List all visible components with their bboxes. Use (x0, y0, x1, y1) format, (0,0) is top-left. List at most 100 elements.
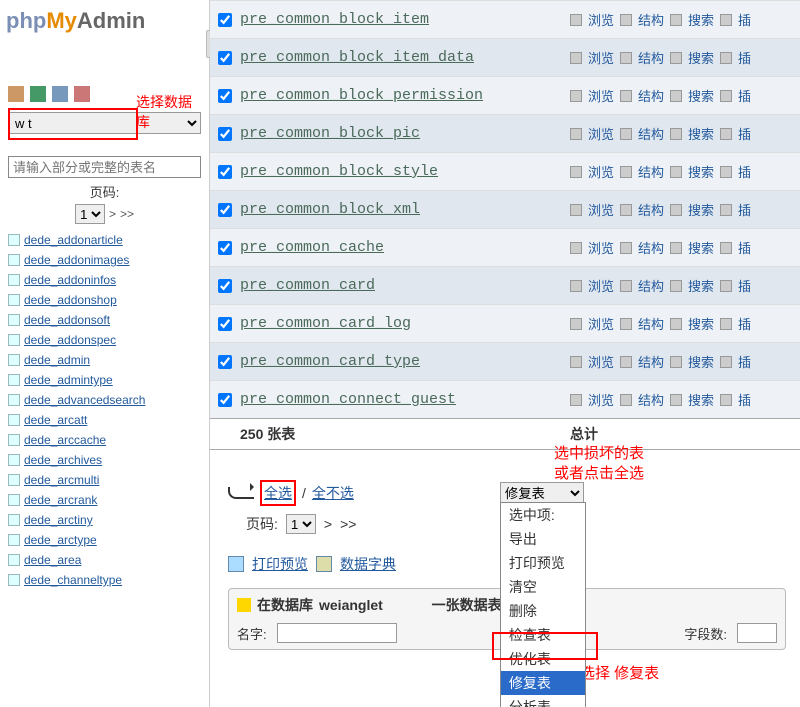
table-name[interactable]: pre_common_card (240, 277, 570, 294)
table-link[interactable]: dede_addonshop (0, 290, 209, 310)
dropdown-option[interactable]: 删除 (501, 599, 585, 623)
browse-link[interactable]: 浏览 (588, 162, 614, 181)
browse-link[interactable]: 浏览 (588, 314, 614, 333)
table-name[interactable]: pre_common_cache (240, 239, 570, 256)
browse-link[interactable]: 浏览 (588, 48, 614, 67)
insert-link[interactable]: 插 (738, 390, 751, 409)
table-link[interactable]: dede_arctiny (0, 510, 209, 530)
search-link[interactable]: 搜索 (688, 48, 714, 67)
insert-link[interactable]: 插 (738, 86, 751, 105)
table-link[interactable]: dede_addoninfos (0, 270, 209, 290)
insert-link[interactable]: 插 (738, 200, 751, 219)
insert-link[interactable]: 插 (738, 314, 751, 333)
dropdown-option[interactable]: 检查表 (501, 623, 585, 647)
row-checkbox[interactable] (218, 393, 232, 407)
table-link[interactable]: dede_advancedsearch (0, 390, 209, 410)
dropdown-option[interactable]: 分析表 (501, 695, 585, 707)
table-name[interactable]: pre_common_block_xml (240, 201, 570, 218)
table-name[interactable]: pre_common_block_pic (240, 125, 570, 142)
table-name[interactable]: pre_common_connect_guest (240, 391, 570, 408)
structure-link[interactable]: 结构 (638, 238, 664, 257)
row-checkbox[interactable] (218, 89, 232, 103)
table-link[interactable]: dede_addonsoft (0, 310, 209, 330)
row-checkbox[interactable] (218, 51, 232, 65)
search-link[interactable]: 搜索 (688, 200, 714, 219)
row-checkbox[interactable] (218, 279, 232, 293)
search-link[interactable]: 搜索 (688, 162, 714, 181)
insert-link[interactable]: 插 (738, 238, 751, 257)
home-icon[interactable] (8, 86, 24, 102)
table-link[interactable]: dede_arcrank (0, 490, 209, 510)
browse-link[interactable]: 浏览 (588, 238, 614, 257)
structure-link[interactable]: 结构 (638, 86, 664, 105)
row-checkbox[interactable] (218, 203, 232, 217)
dropdown-option[interactable]: 清空 (501, 575, 585, 599)
insert-link[interactable]: 插 (738, 162, 751, 181)
table-name[interactable]: pre_common_block_permission (240, 87, 570, 104)
row-checkbox[interactable] (218, 317, 232, 331)
table-link[interactable]: dede_channeltype (0, 570, 209, 590)
row-checkbox[interactable] (218, 241, 232, 255)
select-all-link[interactable]: 全选 (260, 480, 296, 506)
browse-link[interactable]: 浏览 (588, 390, 614, 409)
search-link[interactable]: 搜索 (688, 352, 714, 371)
row-checkbox[interactable] (218, 355, 232, 369)
table-link[interactable]: dede_area (0, 550, 209, 570)
table-link[interactable]: dede_admin (0, 350, 209, 370)
search-link[interactable]: 搜索 (688, 276, 714, 295)
structure-link[interactable]: 结构 (638, 124, 664, 143)
dropdown-option[interactable]: 选中项: (501, 503, 585, 527)
browse-link[interactable]: 浏览 (588, 124, 614, 143)
table-link[interactable]: dede_arcmulti (0, 470, 209, 490)
structure-link[interactable]: 结构 (638, 390, 664, 409)
insert-link[interactable]: 插 (738, 48, 751, 67)
search-link[interactable]: 搜索 (688, 390, 714, 409)
structure-link[interactable]: 结构 (638, 10, 664, 29)
sql-icon[interactable] (52, 86, 68, 102)
structure-link[interactable]: 结构 (638, 48, 664, 67)
last-page[interactable]: >> (120, 207, 134, 221)
insert-link[interactable]: 插 (738, 352, 751, 371)
table-link[interactable]: dede_arcatt (0, 410, 209, 430)
structure-link[interactable]: 结构 (638, 162, 664, 181)
row-checkbox[interactable] (218, 13, 232, 27)
browse-link[interactable]: 浏览 (588, 10, 614, 29)
insert-link[interactable]: 插 (738, 10, 751, 29)
search-link[interactable]: 搜索 (688, 86, 714, 105)
table-link[interactable]: dede_admintype (0, 370, 209, 390)
row-checkbox[interactable] (218, 127, 232, 141)
table-link[interactable]: dede_addonspec (0, 330, 209, 350)
next-page-2[interactable]: > (324, 516, 332, 532)
dropdown-option[interactable]: 打印预览 (501, 551, 585, 575)
help-icon[interactable] (74, 86, 90, 102)
table-link[interactable]: dede_archives (0, 450, 209, 470)
table-name[interactable]: pre_common_card_type (240, 353, 570, 370)
with-selected-dropdown[interactable]: 修复表 (500, 482, 584, 504)
page-select[interactable]: 1 (75, 204, 105, 224)
structure-link[interactable]: 结构 (638, 314, 664, 333)
table-link[interactable]: dede_arctype (0, 530, 209, 550)
search-link[interactable]: 搜索 (688, 10, 714, 29)
next-page[interactable]: > (109, 207, 116, 221)
search-link[interactable]: 搜索 (688, 124, 714, 143)
table-name[interactable]: pre_common_block_item_data (240, 49, 570, 66)
structure-link[interactable]: 结构 (638, 200, 664, 219)
insert-link[interactable]: 插 (738, 276, 751, 295)
structure-link[interactable]: 结构 (638, 276, 664, 295)
table-link[interactable]: dede_arccache (0, 430, 209, 450)
structure-link[interactable]: 结构 (638, 352, 664, 371)
dropdown-option[interactable]: 导出 (501, 527, 585, 551)
table-name[interactable]: pre_common_card_log (240, 315, 570, 332)
last-page-2[interactable]: >> (340, 516, 356, 532)
dropdown-option[interactable]: 优化表 (501, 647, 585, 671)
browse-link[interactable]: 浏览 (588, 352, 614, 371)
column-count-input[interactable] (737, 623, 777, 643)
table-link[interactable]: dede_addonimages (0, 250, 209, 270)
print-preview-link[interactable]: 打印预览 (252, 554, 308, 574)
row-checkbox[interactable] (218, 165, 232, 179)
table-name[interactable]: pre_common_block_style (240, 163, 570, 180)
insert-link[interactable]: 插 (738, 124, 751, 143)
page-select-2[interactable]: 1 (286, 514, 316, 534)
search-link[interactable]: 搜索 (688, 314, 714, 333)
filter-input[interactable] (8, 156, 201, 178)
